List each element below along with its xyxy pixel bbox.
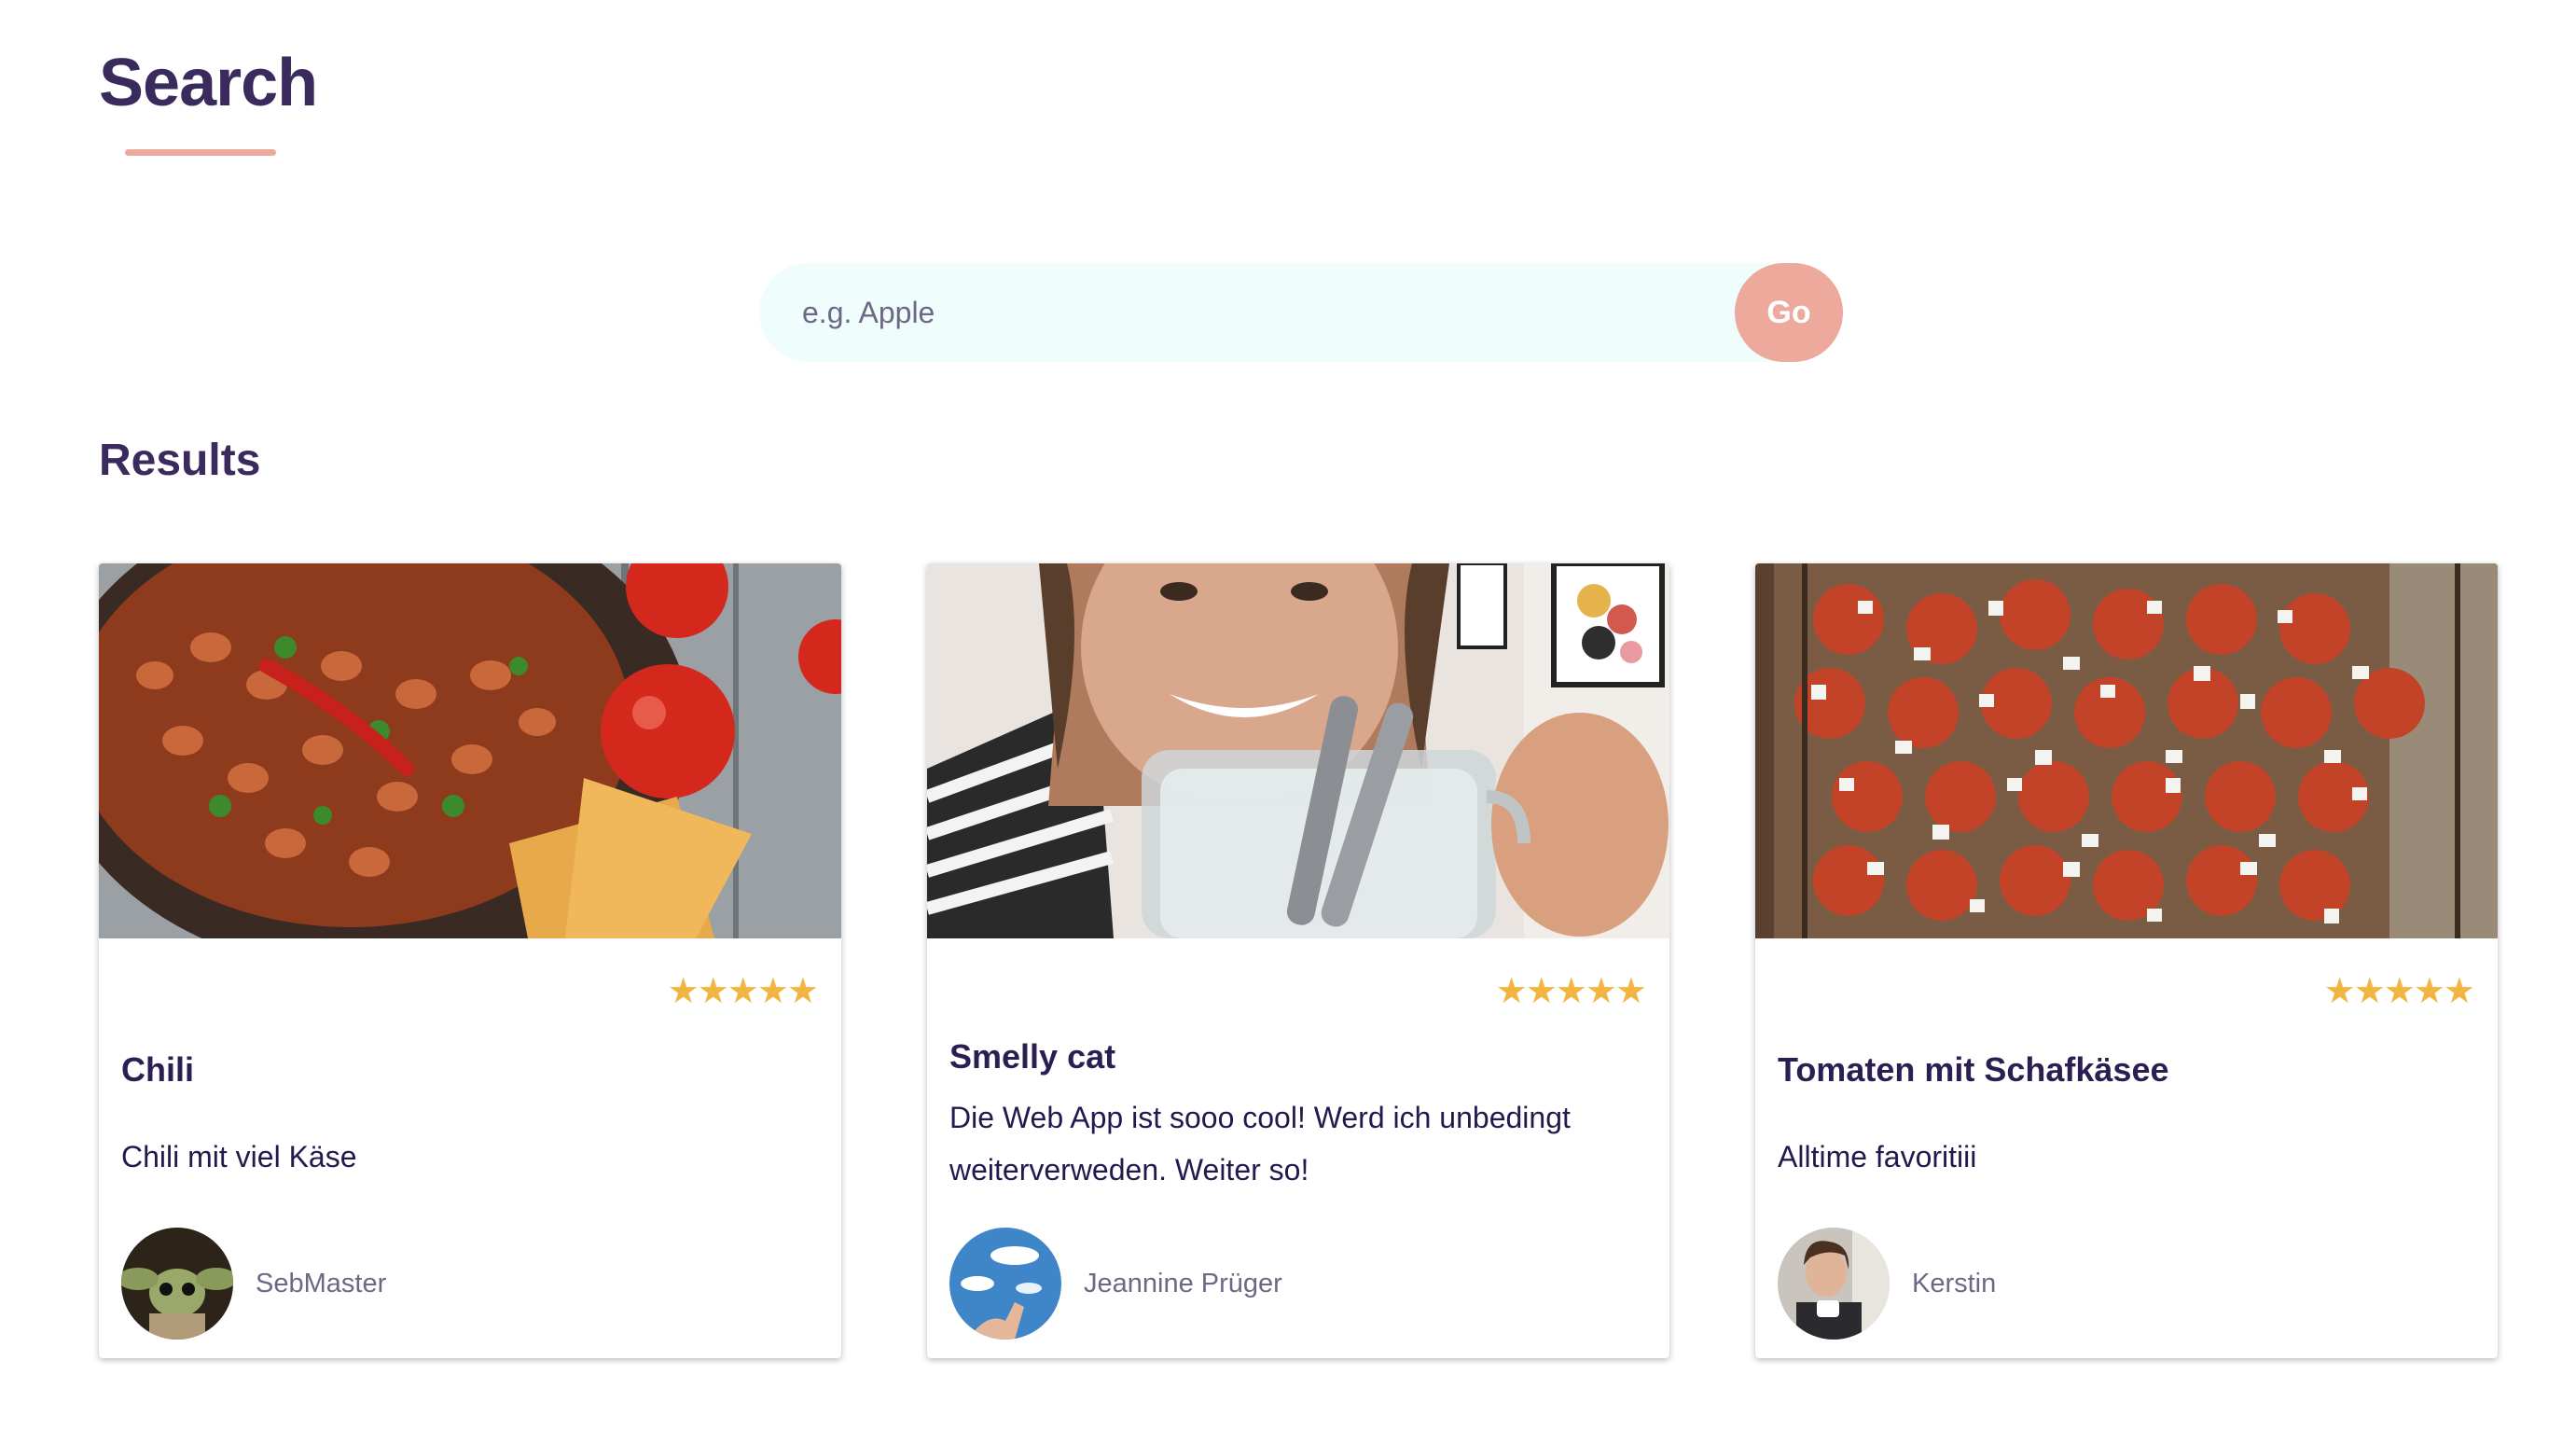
title-underline [125,149,276,156]
author-name[interactable]: Jeannine Prüger [1084,1269,1282,1299]
page-title: Search [99,46,318,120]
recipe-card[interactable]: ★★★★★ Chili Chili mit viel Käse SebMaste… [99,563,841,1358]
chili-bowl-photo [99,563,841,938]
star-rating: ★★★★★ [1495,972,1647,1011]
recipe-card[interactable]: ★★★★★ Smelly cat Die Web App ist sooo co… [927,563,1669,1358]
star-rating: ★★★★★ [667,972,819,1011]
results-heading: Results [99,436,261,485]
recipe-card[interactable]: ★★★★★ Tomaten mit Schafkäsee Alltime fav… [1755,563,2498,1358]
card-description: Alltime favoritiii [1778,1140,1977,1173]
card-title: Smelly cat [949,1037,1116,1076]
selfie-with-glass-mug-photo [927,563,1669,938]
sky-avatar[interactable] [949,1228,1061,1340]
card-description: Chili mit viel Käse [121,1140,357,1173]
woman-with-cup-avatar[interactable] [1778,1228,1890,1340]
card-title: Chili [121,1050,194,1089]
go-button[interactable]: Go [1735,263,1843,362]
search-input[interactable] [787,263,1735,362]
card-title: Tomaten mit Schafkäsee [1778,1050,2169,1089]
tomato-feta-tray-photo [1755,563,2498,938]
baby-yoda-avatar[interactable] [121,1228,233,1340]
search-bar: Go [759,263,1843,362]
star-rating: ★★★★★ [2323,972,2475,1011]
author-name[interactable]: SebMaster [256,1269,386,1299]
card-description: Die Web App ist sooo cool! Werd ich unbe… [949,1101,1571,1187]
author-name[interactable]: Kerstin [1912,1269,1996,1299]
